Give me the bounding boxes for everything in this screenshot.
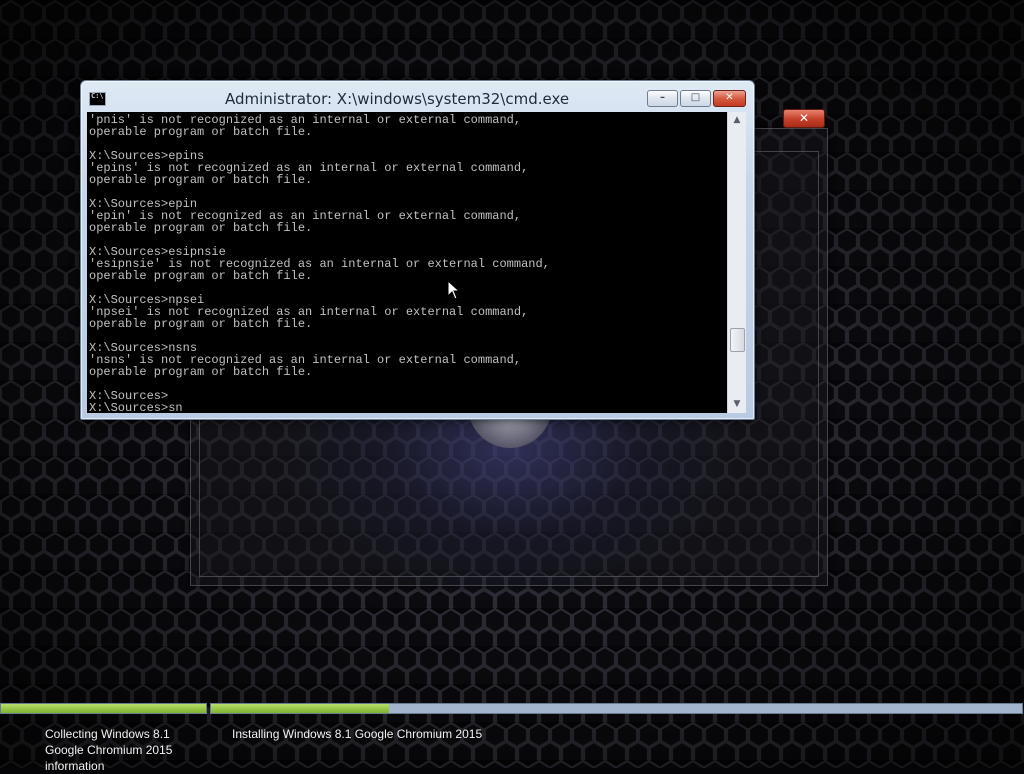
collecting-progress-bar [0,703,207,714]
close-button[interactable]: ✕ [713,90,746,107]
console-line: X:\Sources>sn [89,401,183,413]
chevron-up-icon[interactable]: ▲ [728,112,746,129]
chevron-down-icon[interactable]: ▼ [728,396,746,413]
console-line: operable program or batch file. [89,317,313,331]
scrollbar-thumb[interactable] [730,328,745,352]
console-output[interactable]: 'pnis' is not recognized as an internal … [87,112,727,413]
collecting-step-label: Collecting Windows 8.1 Google Chromium 2… [45,727,173,773]
collecting-progress-fill [1,704,206,713]
console-line: operable program or batch file. [89,269,313,283]
installing-step-label: Installing Windows 8.1 Google Chromium 2… [232,727,483,741]
setup-dialog-close-button[interactable]: ✕ [783,109,825,128]
maximize-button[interactable]: □ [680,90,711,107]
console-line: operable program or batch file. [89,221,313,235]
console-line: operable program or batch file. [89,173,313,187]
installing-progress-fill [211,704,390,713]
cmd-window[interactable]: Administrator: X:\windows\system32\cmd.e… [80,80,755,420]
cmd-icon[interactable] [89,92,106,106]
console-text: 'pnis' is not recognized as an internal … [87,114,550,413]
window-title: Administrator: X:\windows\system32\cmd.e… [225,90,570,108]
console-line: operable program or batch file. [89,125,313,139]
vertical-scrollbar[interactable]: ▲ ▼ [727,112,746,413]
console-line: operable program or batch file. [89,365,313,379]
installing-progress-bar [210,703,1023,714]
minimize-button[interactable]: – [647,90,678,107]
mouse-pointer-icon [447,280,461,300]
